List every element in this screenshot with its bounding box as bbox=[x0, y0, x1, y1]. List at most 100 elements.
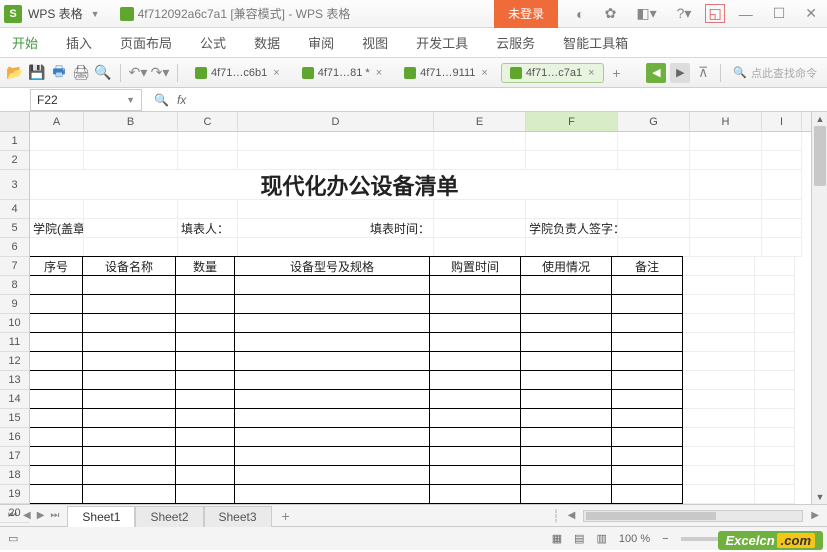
row-header[interactable]: 3 bbox=[0, 170, 29, 200]
open-icon[interactable]: 📂 bbox=[6, 64, 24, 82]
print-direct-icon[interactable]: 🖶 bbox=[50, 64, 68, 82]
cell[interactable] bbox=[611, 503, 683, 504]
cell[interactable]: 填表人： bbox=[178, 219, 238, 238]
cell[interactable] bbox=[84, 200, 178, 219]
cell[interactable] bbox=[234, 389, 430, 409]
cell[interactable] bbox=[520, 275, 612, 295]
row-header[interactable]: 1 bbox=[0, 132, 29, 151]
cell[interactable] bbox=[234, 294, 430, 314]
cell[interactable] bbox=[175, 484, 235, 504]
cell[interactable] bbox=[611, 370, 683, 390]
cell[interactable] bbox=[82, 503, 176, 504]
cell[interactable] bbox=[175, 370, 235, 390]
cell[interactable] bbox=[234, 275, 430, 295]
close-icon[interactable]: × bbox=[376, 67, 382, 79]
cell[interactable] bbox=[175, 389, 235, 409]
undo-icon[interactable]: ↶▾ bbox=[129, 64, 147, 82]
cell[interactable] bbox=[683, 295, 755, 314]
cell[interactable] bbox=[84, 132, 178, 151]
cell[interactable] bbox=[30, 503, 83, 504]
cell[interactable] bbox=[178, 200, 238, 219]
cell[interactable] bbox=[520, 370, 612, 390]
cell[interactable] bbox=[762, 170, 802, 200]
sync-icon[interactable]: ◐ bbox=[570, 6, 590, 22]
cell[interactable] bbox=[526, 200, 618, 219]
zoom-out-button[interactable]: − bbox=[662, 533, 668, 545]
login-button[interactable]: 未登录 bbox=[494, 0, 558, 28]
cell[interactable] bbox=[520, 427, 612, 447]
scroll-thumb[interactable] bbox=[814, 126, 826, 186]
feedback-icon[interactable]: ◱ bbox=[705, 4, 724, 23]
cell[interactable] bbox=[520, 484, 612, 504]
view-normal-icon[interactable]: ▦ bbox=[552, 532, 562, 545]
row-header[interactable]: 13 bbox=[0, 371, 29, 390]
cell[interactable] bbox=[618, 132, 690, 151]
scroll-up-icon[interactable]: ▲ bbox=[812, 112, 827, 126]
cell[interactable] bbox=[520, 351, 612, 371]
row-header[interactable]: 11 bbox=[0, 333, 29, 352]
cell[interactable]: 填表时间： bbox=[238, 219, 434, 238]
menu-insert[interactable]: 插入 bbox=[66, 33, 92, 52]
cell[interactable] bbox=[429, 313, 521, 333]
zoom-percent[interactable]: 100 % bbox=[619, 533, 650, 545]
cell[interactable] bbox=[690, 170, 762, 200]
cell[interactable] bbox=[520, 389, 612, 409]
nav-left-button[interactable]: ◀ bbox=[646, 63, 666, 83]
cell[interactable] bbox=[611, 313, 683, 333]
row-header[interactable]: 5 bbox=[0, 219, 29, 238]
cell[interactable] bbox=[429, 446, 521, 466]
cell[interactable] bbox=[234, 408, 430, 428]
cell[interactable] bbox=[429, 465, 521, 485]
sheet-tab-1[interactable]: Sheet1 bbox=[67, 506, 135, 527]
cell[interactable] bbox=[30, 275, 83, 295]
cell[interactable] bbox=[82, 332, 176, 352]
cell[interactable] bbox=[175, 408, 235, 428]
cell[interactable]: 设备名称 bbox=[82, 256, 176, 276]
cell[interactable] bbox=[234, 427, 430, 447]
cell[interactable] bbox=[30, 151, 84, 170]
col-header[interactable]: C bbox=[178, 112, 238, 131]
cell[interactable] bbox=[175, 313, 235, 333]
cell[interactable] bbox=[755, 257, 795, 276]
cell[interactable] bbox=[683, 333, 755, 352]
cell[interactable] bbox=[611, 446, 683, 466]
row-header[interactable]: 10 bbox=[0, 314, 29, 333]
add-sheet-button[interactable]: + bbox=[272, 508, 300, 524]
cell[interactable] bbox=[238, 132, 434, 151]
col-header[interactable]: B bbox=[84, 112, 178, 131]
cell[interactable] bbox=[618, 151, 690, 170]
name-box[interactable]: F22 ▼ bbox=[30, 89, 142, 111]
col-header[interactable]: E bbox=[434, 112, 526, 131]
cell[interactable] bbox=[520, 503, 612, 504]
menu-view[interactable]: 视图 bbox=[362, 33, 388, 52]
col-header[interactable]: H bbox=[690, 112, 762, 131]
minimize-button[interactable]: — bbox=[733, 6, 759, 22]
row-header[interactable]: 16 bbox=[0, 428, 29, 447]
cell[interactable] bbox=[683, 466, 755, 485]
cell[interactable] bbox=[429, 484, 521, 504]
cell[interactable] bbox=[611, 332, 683, 352]
cell[interactable] bbox=[690, 132, 762, 151]
collapse-icon[interactable]: ⊼ bbox=[694, 64, 712, 82]
spreadsheet-grid[interactable]: 1 2 3 4 5 6 7 8 9 10 11 12 13 14 15 16 1… bbox=[0, 112, 827, 504]
cell[interactable] bbox=[30, 238, 84, 257]
row-header[interactable]: 4 bbox=[0, 200, 29, 219]
cell[interactable] bbox=[30, 446, 83, 466]
cell[interactable] bbox=[520, 465, 612, 485]
scroll-down-icon[interactable]: ▼ bbox=[812, 490, 827, 504]
cell[interactable] bbox=[429, 275, 521, 295]
menu-smart[interactable]: 智能工具箱 bbox=[563, 33, 628, 52]
cell[interactable] bbox=[690, 219, 762, 238]
print-preview-icon[interactable]: 🔍 bbox=[94, 64, 112, 82]
cell[interactable] bbox=[755, 466, 795, 485]
cell[interactable] bbox=[234, 465, 430, 485]
cell[interactable] bbox=[82, 370, 176, 390]
cell[interactable]: 序号 bbox=[30, 256, 83, 276]
sheet-title[interactable]: 现代化办公设备清单 bbox=[30, 170, 690, 200]
split-handle[interactable]: ┆ bbox=[552, 509, 559, 523]
print-icon[interactable]: 🖨 bbox=[72, 64, 90, 82]
sheet-tab-2[interactable]: Sheet2 bbox=[135, 506, 203, 527]
cell[interactable] bbox=[611, 408, 683, 428]
cell[interactable] bbox=[175, 446, 235, 466]
cell[interactable] bbox=[82, 427, 176, 447]
